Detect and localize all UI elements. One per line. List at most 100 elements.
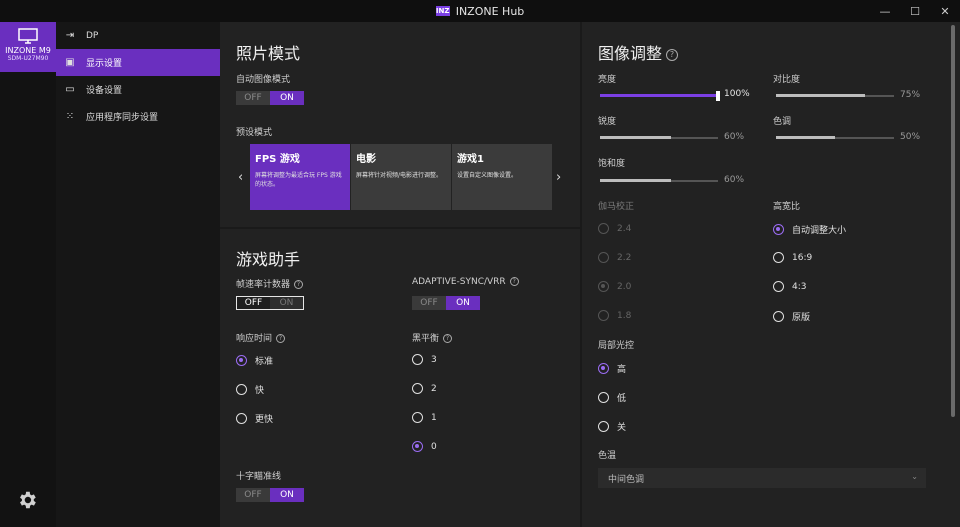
hue-slider[interactable] <box>776 133 894 143</box>
nav-item-input[interactable]: ⇥ DP <box>56 22 220 49</box>
preset-card-desc: 屏幕将调整为最适合玩 FPS 游戏的状态。 <box>255 172 342 188</box>
slider-fill <box>600 179 671 182</box>
close-button[interactable]: ✕ <box>930 0 960 22</box>
chevron-down-icon: ⌄ <box>911 472 918 481</box>
slider-fill <box>776 94 865 97</box>
black-balance-label: 黑平衡 <box>412 334 440 344</box>
device-model: SDM-U27M90 <box>7 55 49 62</box>
aspect-16-9-radio[interactable]: 16:9 <box>773 252 812 263</box>
photo-mode-title: 照片模式 <box>236 44 301 63</box>
slider-thumb[interactable] <box>716 91 720 101</box>
nav-item-label: DP <box>86 30 99 41</box>
saturation-label: 饱和度 <box>598 159 626 169</box>
slider-fill <box>776 136 835 139</box>
vrr-toggle[interactable]: OFF ON <box>412 296 480 310</box>
radio-label: 关 <box>617 423 627 433</box>
aspect-4-3-radio[interactable]: 4:3 <box>773 281 806 292</box>
grid-icon: ⁙ <box>65 111 75 122</box>
brightness-label: 亮度 <box>598 75 617 85</box>
image-adjust-title: 图像调整 <box>598 44 663 63</box>
saturation-value: 60% <box>724 175 745 185</box>
preset-card-desc: 屏幕将针对视频/电影进行调整。 <box>356 172 443 179</box>
gamma-2-2-radio[interactable]: 2.2 <box>598 252 631 263</box>
aspect-auto-radio[interactable]: 自动调整大小 <box>773 223 846 236</box>
maximize-button[interactable]: ☐ <box>900 0 930 22</box>
dimming-low-radio[interactable]: 低 <box>598 391 626 404</box>
radio-label: 2.2 <box>617 252 632 263</box>
radio-dot <box>412 412 423 423</box>
radio-label: 快 <box>255 386 265 396</box>
brightness-value: 100% <box>724 89 750 99</box>
black-balance-1-radio[interactable]: 1 <box>412 412 437 423</box>
black-balance-0-radio[interactable]: 0 <box>412 441 437 452</box>
crosshair-toggle[interactable]: OFF ON <box>236 488 304 502</box>
radio-dot <box>412 354 423 365</box>
chevron-left-icon[interactable]: ‹ <box>238 170 243 185</box>
fps-counter-label: 帧速率计数器 <box>236 280 291 290</box>
contrast-value: 75% <box>900 90 921 100</box>
image-adjust-title-group: 图像调整? <box>598 40 679 64</box>
preset-card-game1[interactable]: 游戏1 设置自定义图像设置。 <box>452 144 552 210</box>
response-standard-radio[interactable]: 标准 <box>236 354 273 367</box>
black-balance-2-radio[interactable]: 2 <box>412 383 437 394</box>
auto-image-mode-label: 自动图像模式 <box>236 75 291 85</box>
radio-dot <box>598 392 609 403</box>
device-name: INZONE M9 <box>5 46 51 55</box>
radio-label: 4:3 <box>792 281 807 292</box>
device-card[interactable]: INZONE M9 SDM-U27M90 <box>0 22 56 72</box>
inzone-logo-icon: INZ <box>435 6 450 16</box>
nav-item-label: 应用程序同步设置 <box>86 113 159 123</box>
color-temp-select[interactable]: 中间色调 ⌄ <box>598 468 926 488</box>
preset-card-fps[interactable]: FPS 游戏 屏幕将调整为最适合玩 FPS 游戏的状态。 <box>250 144 350 210</box>
radio-label: 原版 <box>792 313 811 323</box>
radio-label: 0 <box>431 441 437 452</box>
gear-icon[interactable] <box>16 489 38 511</box>
contrast-slider[interactable] <box>776 91 894 101</box>
response-faster-radio[interactable]: 更快 <box>236 412 273 425</box>
help-icon[interactable]: ? <box>276 334 286 343</box>
sharpness-slider[interactable] <box>600 133 718 143</box>
response-time-label: 响应时间 <box>236 334 273 344</box>
help-icon[interactable]: ? <box>666 48 679 61</box>
radio-dot <box>773 311 784 322</box>
nav-item-device-settings[interactable]: ▭ 设备设置 <box>56 76 220 103</box>
auto-image-mode-toggle[interactable]: OFF ON <box>236 91 304 105</box>
toggle-on: ON <box>270 488 304 502</box>
gamma-1-8-radio[interactable]: 1.8 <box>598 310 631 321</box>
radio-label: 16:9 <box>792 252 813 263</box>
chevron-right-icon[interactable]: › <box>556 170 561 185</box>
radio-label: 高 <box>617 365 627 375</box>
help-icon[interactable]: ? <box>443 334 453 343</box>
preset-card-title: FPS 游戏 <box>255 154 300 165</box>
radio-dot <box>598 281 609 292</box>
app-window: INZ INZONE Hub — ☐ ✕ INZONE M9 SDM-U27M9… <box>0 0 960 527</box>
minimize-button[interactable]: — <box>870 0 900 22</box>
nav-item-display-settings[interactable]: ▣ 显示设置 <box>56 49 220 76</box>
preset-card-movie[interactable]: 电影 屏幕将针对视频/电影进行调整。 <box>351 144 451 210</box>
radio-label: 标准 <box>255 357 274 367</box>
settings-nav: ⇥ DP ▣ 显示设置 ▭ 设备设置 ⁙ 应用程序同步设置 <box>56 22 220 527</box>
help-icon[interactable]: ? <box>509 277 519 286</box>
help-icon[interactable]: ? <box>294 280 304 289</box>
toggle-on: ON <box>270 297 303 309</box>
fps-counter-toggle[interactable]: OFF ON <box>236 296 304 310</box>
saturation-slider[interactable] <box>600 176 718 186</box>
scrollbar[interactable] <box>951 25 955 417</box>
radio-dot <box>773 281 784 292</box>
black-balance-3-radio[interactable]: 3 <box>412 354 437 365</box>
response-fast-radio[interactable]: 快 <box>236 383 264 396</box>
gamma-2-4-radio[interactable]: 2.4 <box>598 223 631 234</box>
dimming-off-radio[interactable]: 关 <box>598 420 626 433</box>
window-controls: — ☐ ✕ <box>870 0 960 22</box>
brightness-slider[interactable] <box>600 91 720 101</box>
hue-value: 50% <box>900 132 921 142</box>
nav-item-app-sync[interactable]: ⁙ 应用程序同步设置 <box>56 103 220 130</box>
radio-label: 1.8 <box>617 310 632 321</box>
toggle-off: OFF <box>412 296 446 310</box>
black-balance-label-group: 黑平衡? <box>412 331 453 344</box>
dimming-high-radio[interactable]: 高 <box>598 362 626 375</box>
aspect-original-radio[interactable]: 原版 <box>773 310 810 323</box>
response-time-label-group: 响应时间? <box>236 331 286 344</box>
gamma-2-0-radio[interactable]: 2.0 <box>598 281 631 292</box>
preset-card-title: 游戏1 <box>457 154 484 165</box>
